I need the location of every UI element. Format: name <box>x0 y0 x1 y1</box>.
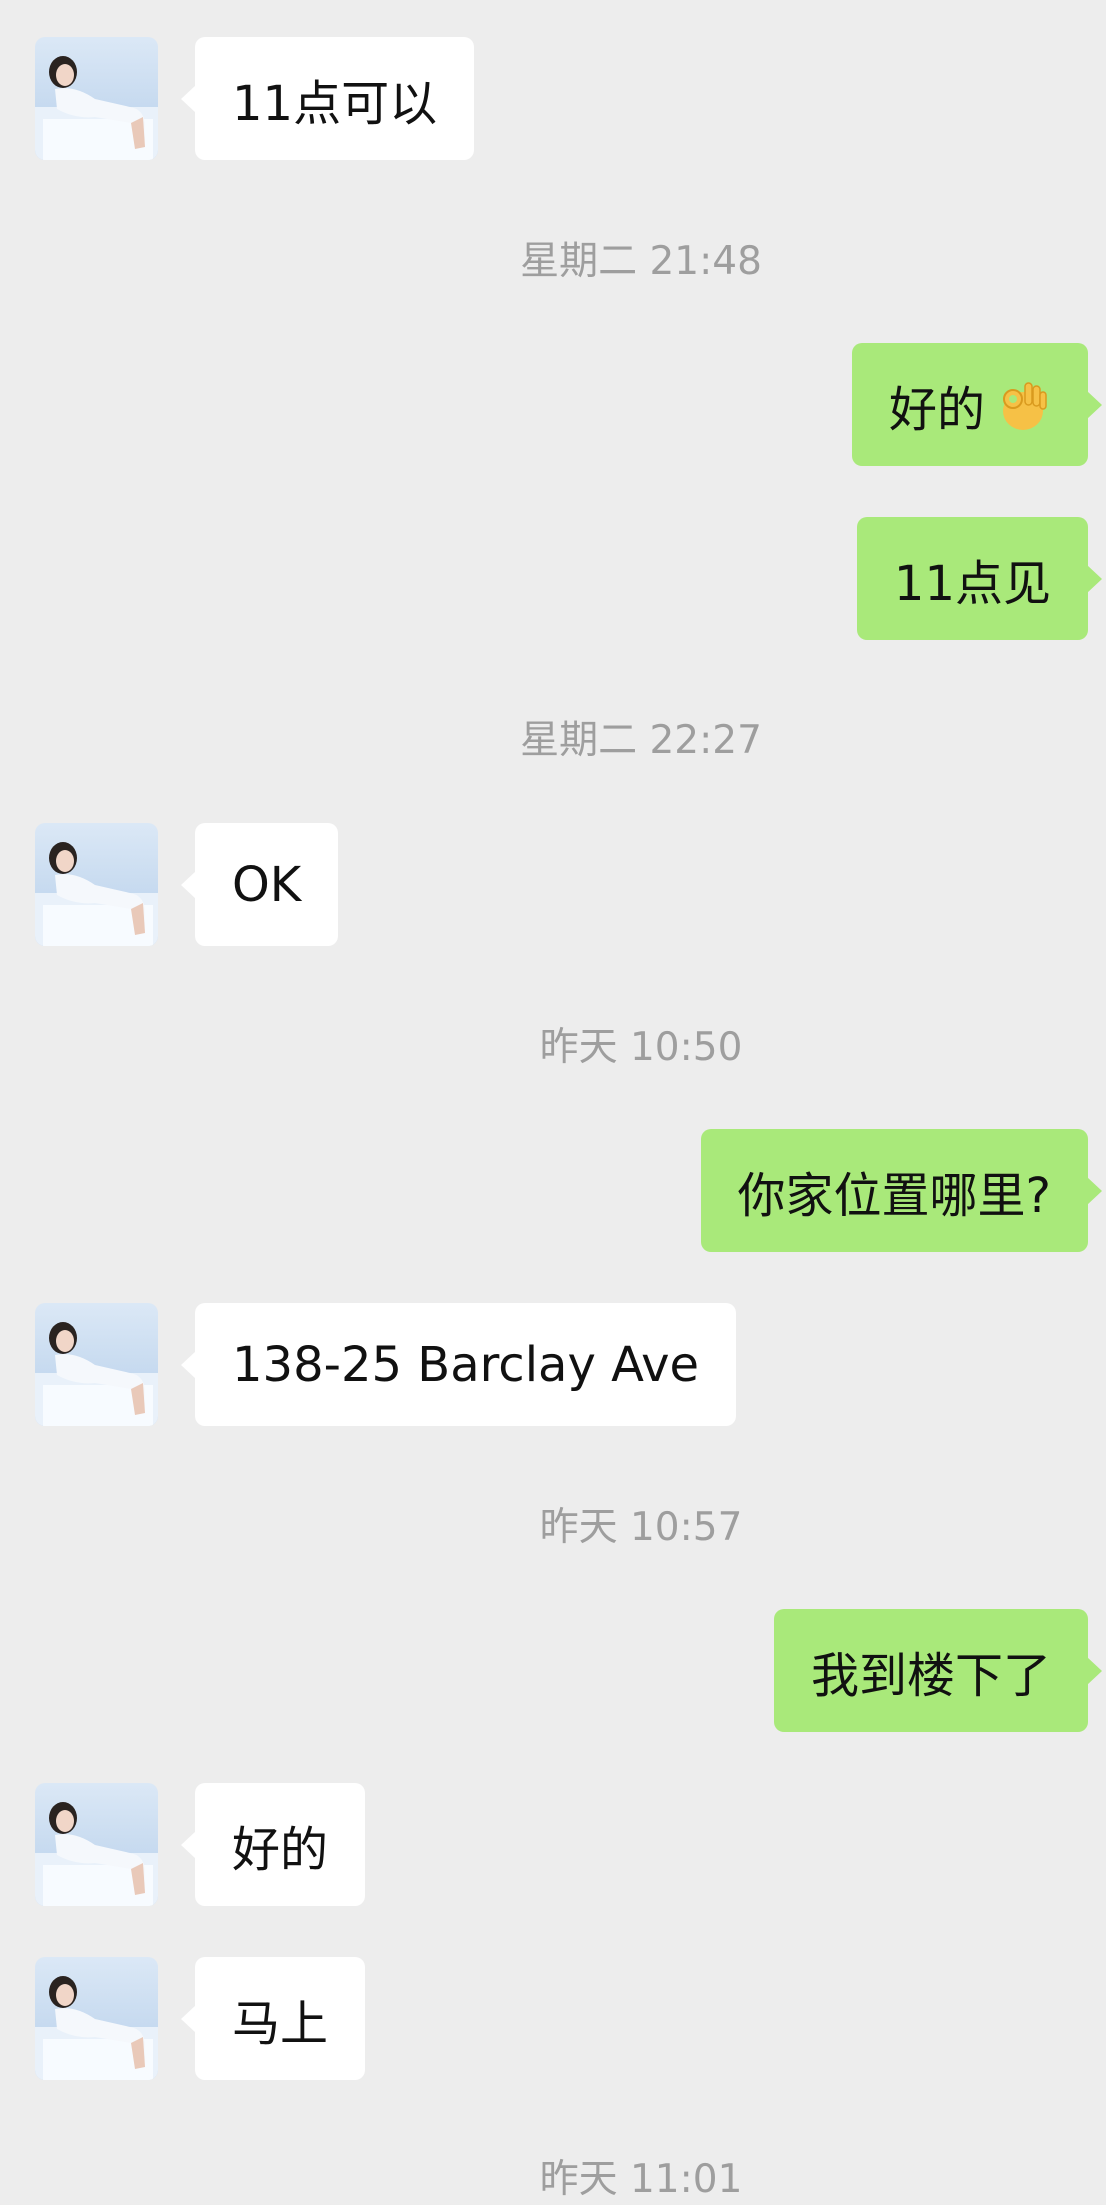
woman-profile-photo-icon <box>35 842 158 946</box>
timestamp: 星期二 21:48 <box>520 239 762 284</box>
contact-avatar[interactable] <box>35 37 158 160</box>
message-text: 好的 <box>888 381 985 438</box>
woman-profile-photo-icon <box>35 1976 158 2080</box>
message-text: 11点见 <box>893 555 1051 612</box>
message-text: 马上 <box>232 1995 329 2052</box>
timestamp: 昨天 10:50 <box>539 1025 743 1070</box>
message-bubble-outgoing[interactable]: 你家位置哪里? <box>700 1129 1103 1252</box>
message-text: 11点可以 <box>232 75 438 132</box>
contact-avatar[interactable] <box>35 823 158 946</box>
ok-hand-emoji-icon <box>1003 381 1047 430</box>
message-bubble-outgoing[interactable]: 好的 <box>851 343 1103 466</box>
timestamp: 昨天 11:01 <box>539 2157 743 2202</box>
contact-avatar[interactable] <box>35 1783 158 1906</box>
message-bubble-incoming[interactable]: 138-25 Barclay Ave <box>180 1303 737 1426</box>
timestamp: 昨天 10:57 <box>539 1505 743 1550</box>
message-bubble-incoming[interactable]: 好的 <box>180 1783 366 1906</box>
message-text: 我到楼下了 <box>810 1647 1051 1704</box>
message-text: OK <box>232 856 302 913</box>
woman-profile-photo-icon <box>35 1802 158 1906</box>
message-bubble-incoming[interactable]: 马上 <box>180 1957 366 2080</box>
contact-avatar[interactable] <box>35 1957 158 2080</box>
message-bubble-incoming[interactable]: 11点可以 <box>180 37 475 160</box>
message-bubble-outgoing[interactable]: 11点见 <box>856 517 1103 640</box>
message-bubble-outgoing[interactable]: 我到楼下了 <box>773 1609 1103 1732</box>
message-bubble-incoming[interactable]: OK <box>180 823 339 946</box>
contact-avatar[interactable] <box>35 1303 158 1426</box>
message-text: 好的 <box>232 1821 329 1878</box>
message-text: 138-25 Barclay Ave <box>232 1336 700 1393</box>
chat-message-list[interactable]: 11点可以 星期二 21:48 好的 11点见 星期二 22:27 OK 昨天 … <box>0 0 1106 2202</box>
message-text: 你家位置哪里? <box>737 1167 1051 1224</box>
woman-profile-photo-icon <box>35 56 158 160</box>
timestamp: 星期二 22:27 <box>520 718 762 763</box>
woman-profile-photo-icon <box>35 1322 158 1426</box>
